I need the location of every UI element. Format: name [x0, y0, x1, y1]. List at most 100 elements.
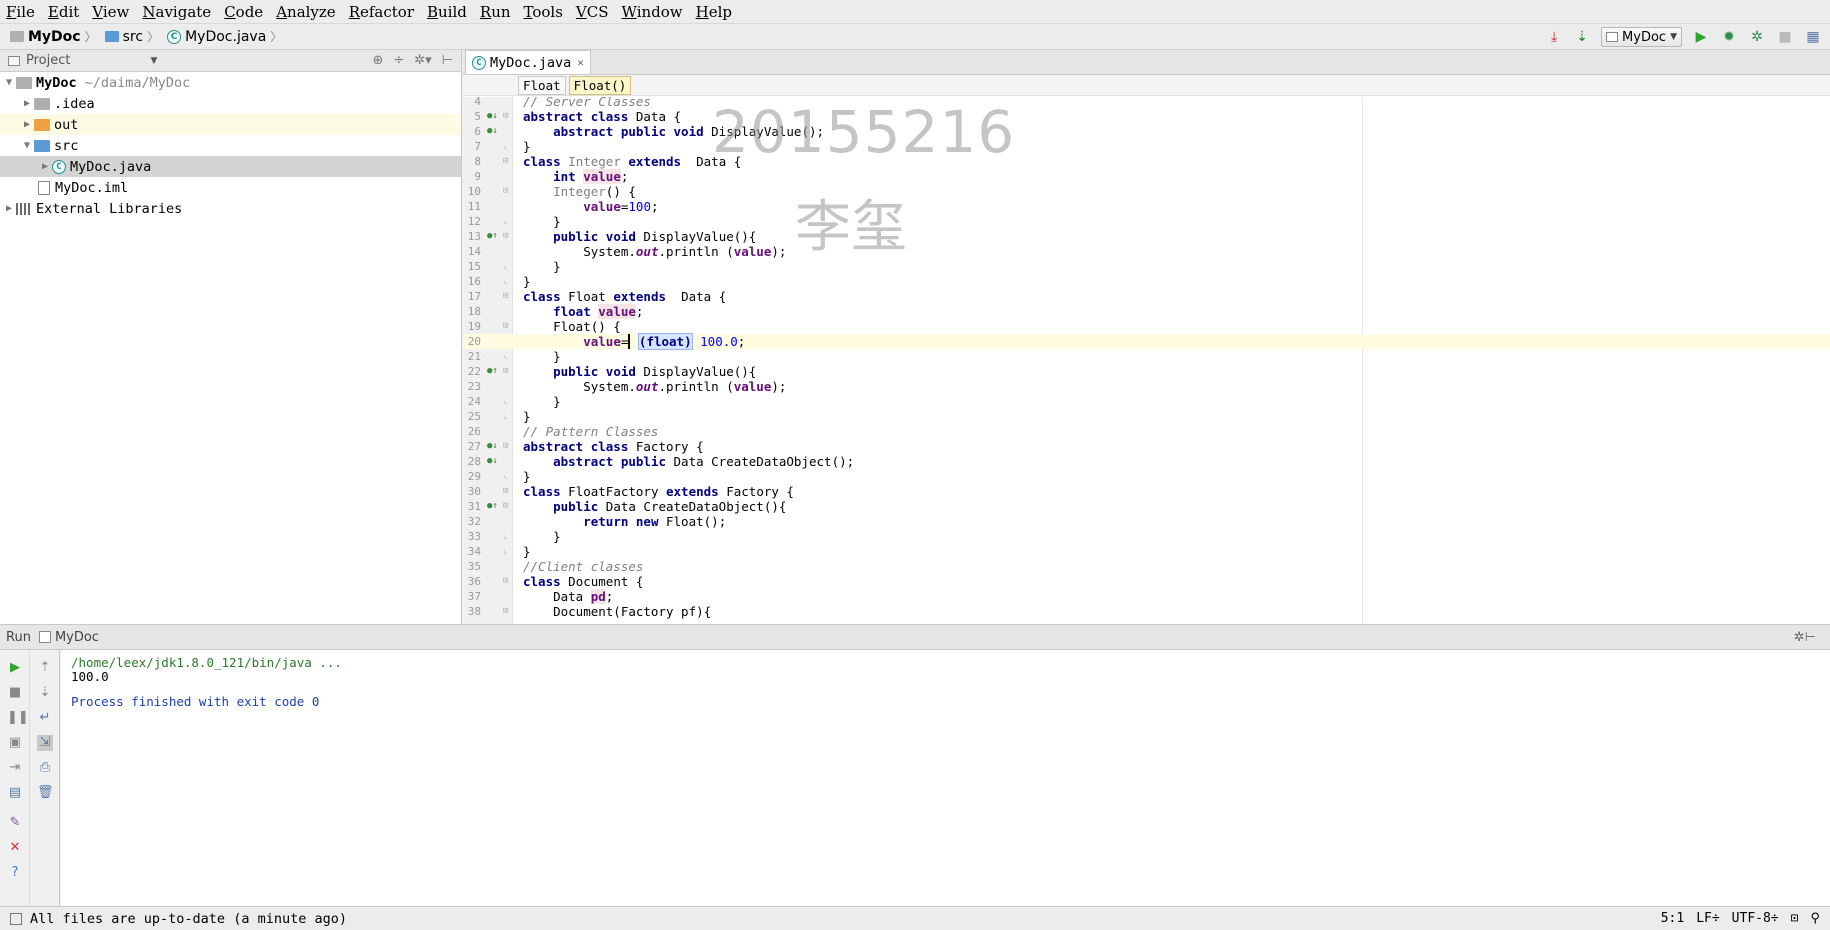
file-encoding[interactable]: UTF-8÷ — [1732, 911, 1779, 926]
breadcrumb-project[interactable]: MyDoc 〉 — [10, 28, 101, 45]
tree-item-iml[interactable]: MyDoc.iml — [0, 177, 461, 198]
implemented-marker-icon[interactable]: ●↓ — [487, 109, 501, 124]
fold-icon[interactable]: ⊟ — [503, 229, 513, 244]
fold-icon[interactable]: ⊟ — [503, 439, 513, 454]
run-tab-label[interactable]: MyDoc — [55, 630, 99, 645]
chevron-down-icon[interactable]: ▼ — [150, 56, 157, 66]
fold-icon[interactable]: ⊟ — [503, 184, 513, 199]
collapse-arrow-icon[interactable]: ▶ — [20, 119, 34, 130]
commit-icon[interactable]: ⇣ — [1573, 28, 1591, 46]
close-icon[interactable]: ✕ — [577, 56, 584, 69]
breadcrumb-method[interactable]: Float() — [568, 75, 632, 95]
fold-end-icon[interactable]: ⌞ — [503, 469, 513, 484]
fold-icon[interactable]: ⊟ — [503, 499, 513, 514]
fold-icon[interactable]: ⊟ — [503, 574, 513, 589]
print-icon[interactable]: ⎙ — [37, 760, 53, 776]
fold-end-icon[interactable]: ⌞ — [503, 274, 513, 289]
menu-view[interactable]: View — [92, 3, 136, 21]
breadcrumb-file[interactable]: C MyDoc.java 〉 — [167, 28, 286, 45]
layout-icon[interactable]: ▤ — [7, 785, 23, 801]
dump-threads-icon[interactable]: ▣ — [7, 735, 23, 751]
coverage-icon[interactable]: ✲ — [1748, 28, 1766, 46]
fold-end-icon[interactable]: ⌞ — [503, 139, 513, 154]
tree-item-out[interactable]: ▶ out — [0, 114, 461, 135]
menu-tools[interactable]: Tools — [524, 3, 570, 21]
rerun-icon[interactable]: ▶ — [7, 660, 23, 676]
implemented-marker-icon[interactable]: ●↓ — [487, 124, 501, 139]
overrides-marker-icon[interactable]: ●↑ — [487, 229, 501, 244]
fold-end-icon[interactable]: ⌞ — [503, 529, 513, 544]
menu-help[interactable]: Help — [696, 3, 739, 21]
help-icon[interactable]: ? — [7, 865, 23, 881]
fold-icon[interactable]: ⊟ — [503, 364, 513, 379]
fold-end-icon[interactable]: ⌞ — [503, 349, 513, 364]
menu-file[interactable]: File — [6, 3, 42, 21]
run-icon[interactable]: ▶ — [1692, 28, 1710, 46]
fold-end-icon[interactable]: ⌞ — [503, 214, 513, 229]
collapse-arrow-icon[interactable]: ▶ — [2, 203, 16, 214]
menu-edit[interactable]: Edit — [48, 3, 86, 21]
console-output[interactable]: /home/leex/jdk1.8.0_121/bin/java ... 100… — [61, 650, 1830, 906]
tree-item-mydoc-java[interactable]: ▶ C MyDoc.java — [0, 156, 461, 177]
trash-icon[interactable]: 🗑 — [37, 785, 54, 801]
overrides-marker-icon[interactable]: ●↑ — [487, 364, 501, 379]
project-panel-title[interactable]: Project — [26, 53, 70, 68]
menu-window[interactable]: Window — [622, 3, 690, 21]
menu-analyze[interactable]: Analyze — [276, 3, 343, 21]
breadcrumb-class[interactable]: Float — [518, 75, 566, 95]
fold-end-icon[interactable]: ⌞ — [503, 544, 513, 559]
collapse-all-icon[interactable]: ÷ — [393, 53, 404, 68]
collapse-arrow-icon[interactable]: ▶ — [20, 98, 34, 109]
fold-end-icon[interactable]: ⌞ — [503, 394, 513, 409]
caret-position[interactable]: 5:1 — [1661, 911, 1684, 926]
tab-mydoc-java[interactable]: C MyDoc.java ✕ — [465, 50, 591, 74]
overrides-marker-icon[interactable]: ●↑ — [487, 499, 501, 514]
pin-icon[interactable]: ✎ — [7, 815, 23, 831]
arrow-down-icon[interactable]: ⇣ — [37, 685, 53, 701]
exit-icon[interactable]: ⇥ — [7, 760, 23, 776]
line-separator[interactable]: LF÷ — [1696, 911, 1719, 926]
fold-icon[interactable]: ⊟ — [503, 109, 513, 124]
fold-icon[interactable]: ⊟ — [503, 319, 513, 334]
collapse-arrow-icon[interactable]: ▶ — [38, 161, 52, 172]
menu-navigate[interactable]: Navigate — [142, 3, 218, 21]
scroll-to-end-icon[interactable]: ⇲ — [37, 735, 53, 751]
code-editor[interactable]: 4// Server Classes 5 ●↓ ⊟ abstract class Da… — [463, 97, 1830, 624]
fold-icon[interactable]: ⊟ — [503, 154, 513, 169]
fold-icon[interactable]: ⊟ — [503, 289, 513, 304]
menu-build[interactable]: Build — [427, 3, 474, 21]
fold-end-icon[interactable]: ⌞ — [503, 409, 513, 424]
tool-windows-icon[interactable] — [10, 912, 22, 925]
update-project-icon[interactable]: ⤓ — [1545, 28, 1563, 46]
expand-arrow-icon[interactable]: ▼ — [2, 77, 16, 88]
arrow-up-icon[interactable]: ⇡ — [37, 660, 53, 676]
pause-icon[interactable]: ❚❚ — [7, 710, 29, 726]
breadcrumb-src[interactable]: src 〉 — [104, 28, 163, 45]
debug-icon[interactable]: ✹ — [1720, 28, 1738, 46]
implemented-marker-icon[interactable]: ●↓ — [487, 439, 501, 454]
fold-end-icon[interactable]: ⌞ — [503, 259, 513, 274]
gear-icon[interactable]: ✲⊢ — [1794, 630, 1816, 645]
menu-run[interactable]: Run — [480, 3, 518, 21]
tree-root[interactable]: ▼ MyDoc ~/daima/MyDoc — [0, 72, 461, 93]
menu-code[interactable]: Code — [224, 3, 270, 21]
implemented-marker-icon[interactable]: ●↓ — [487, 454, 501, 469]
scroll-from-source-icon[interactable]: ⊕ — [372, 53, 383, 68]
tree-item-idea[interactable]: ▶ .idea — [0, 93, 461, 114]
stop-icon[interactable]: ■ — [1776, 28, 1794, 46]
inspector-icon[interactable]: ⚲ — [1810, 911, 1820, 926]
close-icon[interactable]: ✕ — [7, 840, 23, 856]
lock-icon[interactable]: ⊡ — [1791, 911, 1799, 926]
menu-refactor[interactable]: Refactor — [349, 3, 421, 21]
fold-icon[interactable]: ⊟ — [503, 484, 513, 499]
soft-wrap-icon[interactable]: ↵ — [37, 710, 53, 726]
stop-icon[interactable]: ■ — [7, 685, 23, 701]
fold-icon[interactable]: ⊟ — [503, 604, 513, 619]
hide-panel-icon[interactable]: ⊢ — [442, 53, 453, 68]
tree-item-src[interactable]: ▼ src — [0, 135, 461, 156]
menu-vcs[interactable]: VCS — [576, 3, 616, 21]
gear-icon[interactable]: ✲▾ — [414, 53, 431, 68]
run-configuration-select[interactable]: MyDoc ▼ — [1601, 27, 1682, 47]
expand-arrow-icon[interactable]: ▼ — [20, 140, 34, 151]
project-structure-icon[interactable]: ▦ — [1804, 28, 1822, 46]
